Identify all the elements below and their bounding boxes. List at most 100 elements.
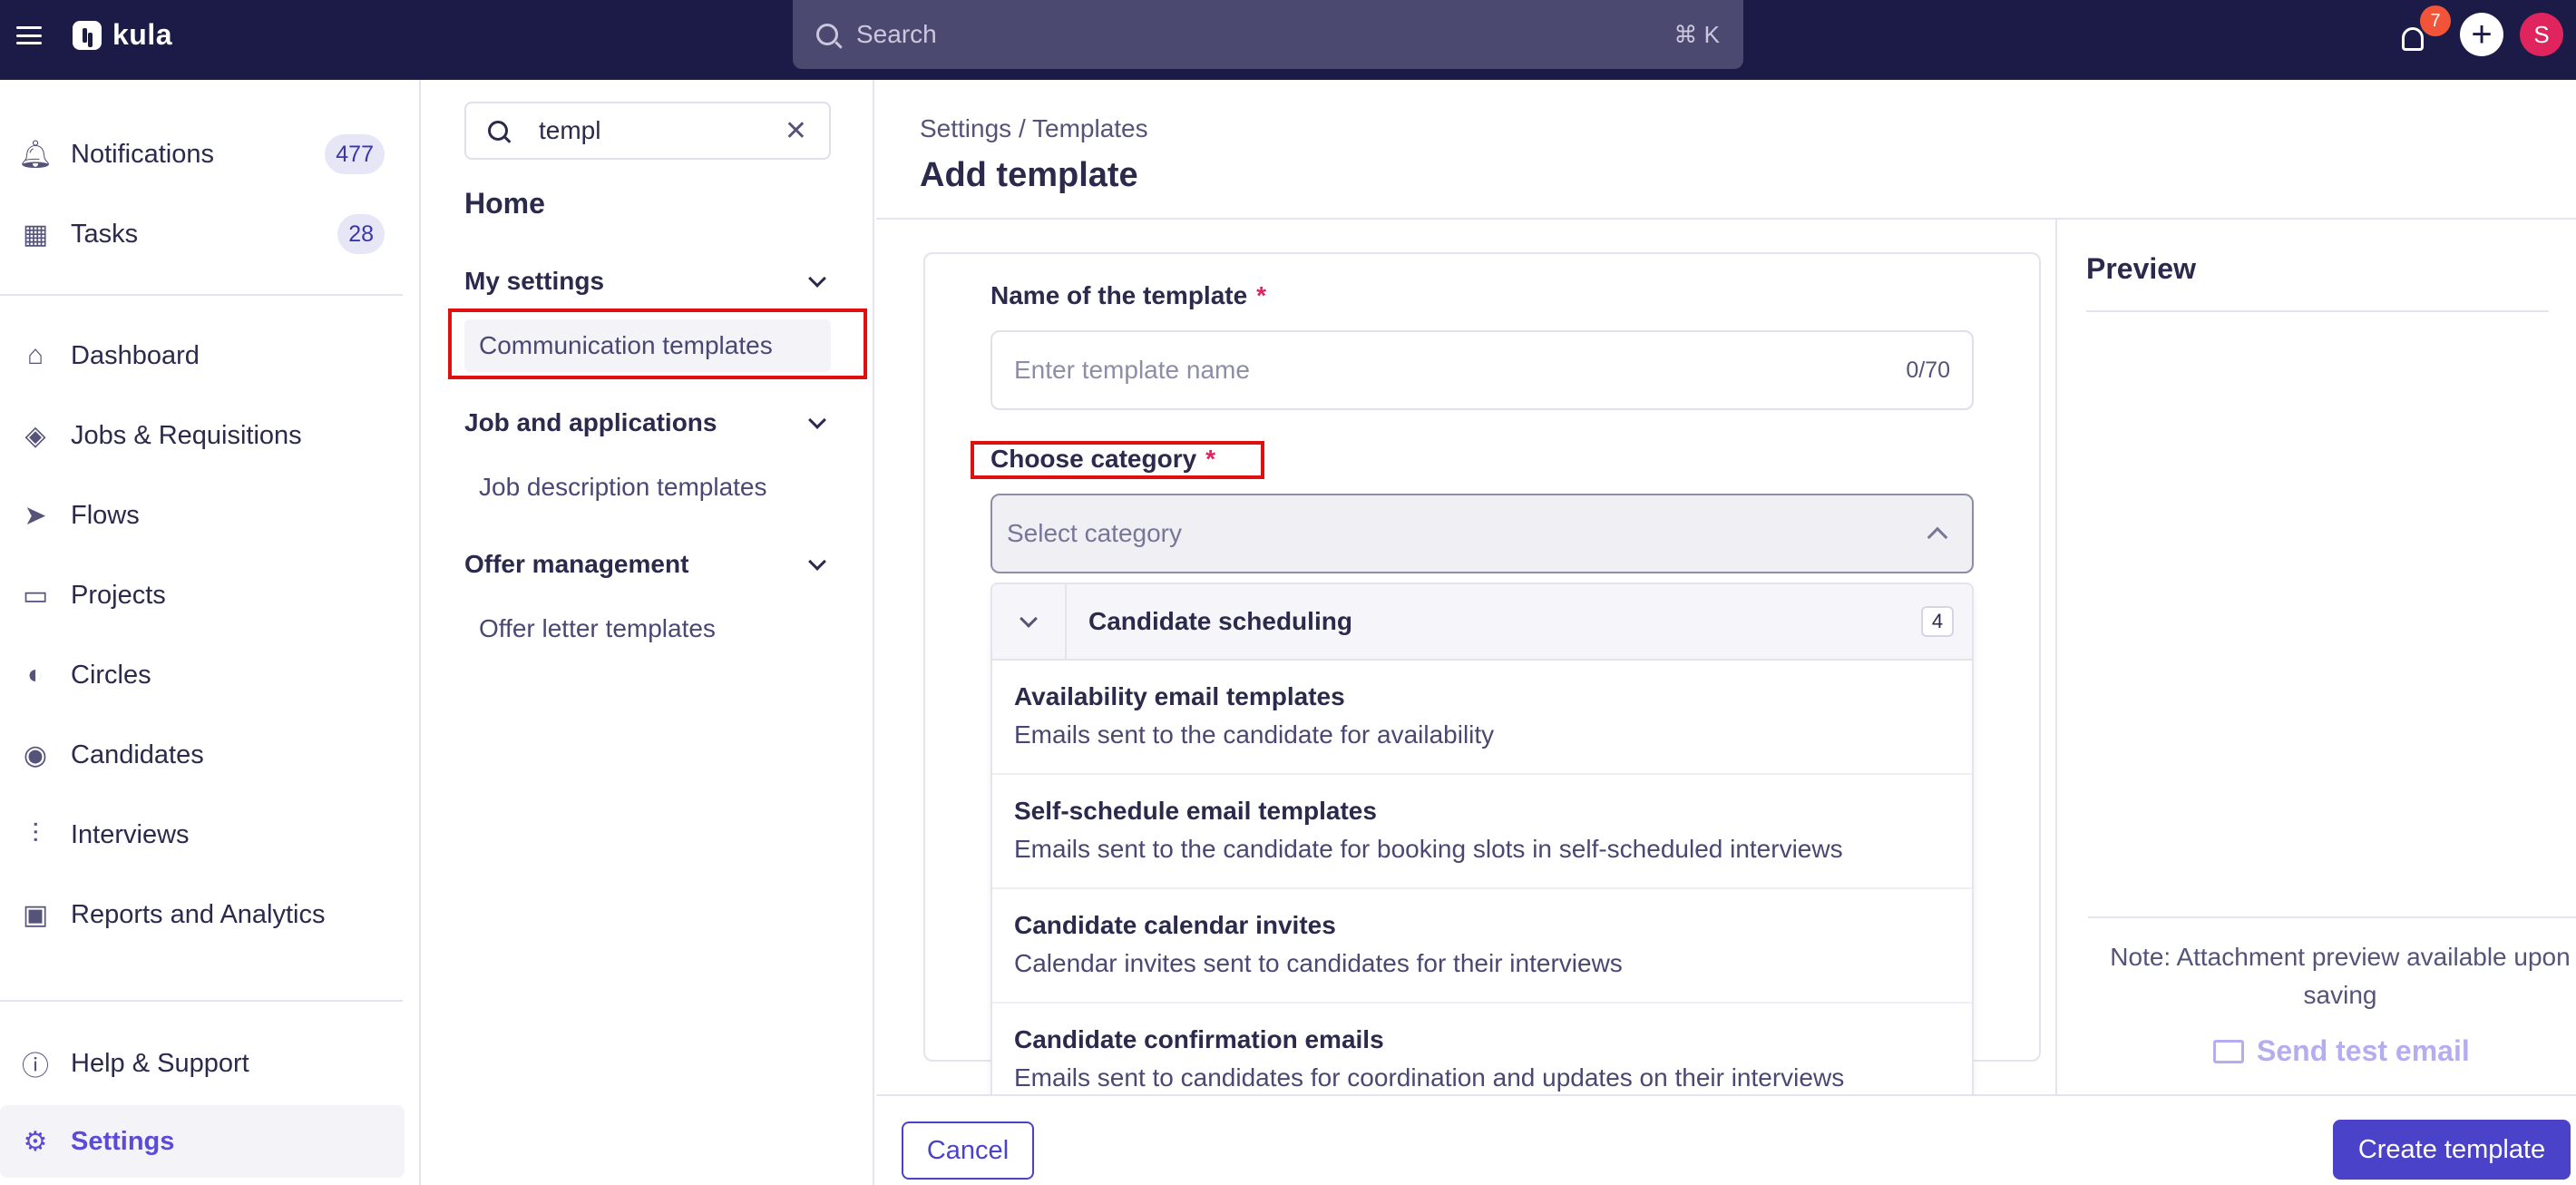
footer-actions: Cancel Create template xyxy=(876,1094,2576,1185)
settings-item-offer-letter-templates[interactable]: Offer letter templates xyxy=(464,602,831,655)
sidebar-item-label: Dashboard xyxy=(71,340,200,370)
dropdown-group-header[interactable]: Candidate scheduling 4 xyxy=(992,584,1972,661)
template-name-placeholder: Enter template name xyxy=(1014,356,1250,384)
search-icon xyxy=(488,121,508,141)
calendar-icon: ▦ xyxy=(22,219,49,250)
sidebar-item-label: Circles xyxy=(71,660,151,690)
sidebar-item-label: Tasks xyxy=(71,219,139,249)
sidebar-item-label: Help & Support xyxy=(71,1048,249,1078)
group-job-and-applications[interactable]: Job and applications xyxy=(464,408,831,437)
search-icon xyxy=(816,24,838,45)
template-name-input[interactable]: Enter template name 0/70 xyxy=(990,330,1974,410)
user-circle-icon: ◉ xyxy=(23,739,48,770)
sidebar-item-tasks[interactable]: ▦ Tasks 28 xyxy=(0,198,405,270)
required-mark: * xyxy=(1256,281,1267,309)
settings-item-job-description-templates[interactable]: Job description templates xyxy=(464,461,831,514)
chart-icon: ▣ xyxy=(22,899,49,930)
sidebar-item-interviews[interactable]: ⫶ Interviews xyxy=(0,798,405,871)
sidebar-item-label: Interviews xyxy=(71,819,190,849)
sidebar-item-circles[interactable]: ◐ Circles xyxy=(0,639,405,711)
group-label: My settings xyxy=(464,267,605,295)
global-search[interactable]: Search ⌘ K xyxy=(793,0,1743,69)
group-label: Job and applications xyxy=(464,408,717,436)
app-name: kula xyxy=(112,18,173,51)
category-select[interactable]: Select category xyxy=(990,494,1974,573)
sidebar-item-settings[interactable]: ⚙ Settings xyxy=(0,1105,405,1178)
collapse-toggle[interactable] xyxy=(992,584,1067,660)
sidebar-item-label: Candidates xyxy=(71,739,204,769)
chevron-down-icon xyxy=(808,553,826,571)
search-placeholder: Search xyxy=(856,20,937,48)
group-offer-management[interactable]: Offer management xyxy=(464,550,831,579)
breadcrumb[interactable]: Settings / Templates xyxy=(920,114,1148,143)
name-field-label: Name of the template * xyxy=(990,281,1266,310)
search-shortcut: ⌘ K xyxy=(1673,20,1720,48)
chevron-up-icon xyxy=(1927,526,1948,548)
gear-icon: ⚙ xyxy=(23,1126,48,1157)
main-content: Settings / Templates Add template Name o… xyxy=(876,80,2576,1185)
menu-icon[interactable] xyxy=(16,24,42,47)
category-field-label: Choose category * xyxy=(990,445,1215,474)
group-my-settings[interactable]: My settings xyxy=(464,267,831,296)
avatar[interactable]: S xyxy=(2520,13,2563,56)
layers-icon: ◈ xyxy=(24,420,46,451)
settings-home[interactable]: Home xyxy=(464,187,545,220)
settings-item-label: Offer letter templates xyxy=(479,614,716,642)
notification-badge: 7 xyxy=(2420,5,2451,36)
sidebar-item-flows[interactable]: ➤ Flows xyxy=(0,479,405,552)
option-title: Candidate calendar invites xyxy=(1014,911,1336,939)
bell-icon: 🔔︎ xyxy=(17,139,54,170)
dropdown-option[interactable]: Candidate calendar invites Calendar invi… xyxy=(992,889,1972,1004)
sidebar-item-label: Flows xyxy=(71,500,140,530)
chevron-down-icon xyxy=(1020,610,1038,628)
page-title: Add template xyxy=(920,156,1138,194)
dropdown-option[interactable]: Self-schedule email templates Emails sen… xyxy=(992,775,1972,889)
folder-icon: ▭ xyxy=(22,580,49,611)
add-button[interactable]: + xyxy=(2460,13,2503,56)
left-sidebar: 🔔︎ Notifications 477 ▦ Tasks 28 ⌂ Dashbo… xyxy=(0,80,421,1185)
circles-icon: ◐ xyxy=(26,660,44,690)
sidebar-item-jobs[interactable]: ◈ Jobs & Requisitions xyxy=(0,399,405,472)
highlight-box xyxy=(448,308,867,379)
divider xyxy=(2088,916,2576,918)
settings-item-label: Job description templates xyxy=(479,473,767,501)
group-label: Offer management xyxy=(464,550,689,578)
category-dropdown: Candidate scheduling 4 Availability emai… xyxy=(990,583,1974,1125)
group-count: 4 xyxy=(1921,606,1954,637)
sidebar-item-dashboard[interactable]: ⌂ Dashboard xyxy=(0,319,405,392)
cancel-button[interactable]: Cancel xyxy=(902,1121,1034,1180)
settings-search-value: templ xyxy=(539,116,601,144)
mail-icon xyxy=(2213,1039,2244,1063)
preview-note: Note: Attachment preview available upon … xyxy=(2110,943,2571,1009)
chevron-down-icon xyxy=(808,269,826,288)
create-template-button[interactable]: Create template xyxy=(2333,1120,2571,1180)
option-title: Candidate confirmation emails xyxy=(1014,1025,1384,1053)
app-logo[interactable]: kula xyxy=(73,18,172,52)
divider xyxy=(0,1000,403,1002)
name-label-text: Name of the template xyxy=(990,281,1248,309)
sidebar-item-label: Jobs & Requisitions xyxy=(71,420,302,450)
sidebar-item-label: Notifications xyxy=(71,139,214,169)
dropdown-option[interactable]: Availability email templates Emails sent… xyxy=(992,661,1972,775)
sidebar-item-candidates[interactable]: ◉ Candidates xyxy=(0,719,405,791)
sidebar-item-projects[interactable]: ▭ Projects xyxy=(0,559,405,632)
settings-search-input[interactable]: templ ✕ xyxy=(464,102,831,160)
option-title: Self-schedule email templates xyxy=(1014,797,1377,825)
notifications-count: 477 xyxy=(325,134,385,174)
sidebar-item-label: Settings xyxy=(71,1126,175,1156)
sidebar-item-reports[interactable]: ▣ Reports and Analytics xyxy=(0,878,405,951)
sidebar-item-help[interactable]: ⓘ Help & Support xyxy=(0,1027,405,1100)
group-title: Candidate scheduling xyxy=(1088,607,1352,635)
chevron-down-icon xyxy=(808,411,826,429)
send-test-email-button[interactable]: Send test email xyxy=(2213,1034,2470,1068)
divider xyxy=(2086,310,2549,312)
sidebar-item-notifications[interactable]: 🔔︎ Notifications 477 xyxy=(0,118,405,191)
preview-title: Preview xyxy=(2086,252,2196,285)
settings-panel: templ ✕ Home My settings Communication t… xyxy=(421,80,874,1185)
option-description: Emails sent to the candidate for booking… xyxy=(1014,835,1843,863)
option-title: Availability email templates xyxy=(1014,682,1345,710)
category-label-text: Choose category xyxy=(990,445,1197,473)
option-description: Emails sent to candidates for coordinati… xyxy=(1014,1063,1845,1092)
clear-icon[interactable]: ✕ xyxy=(785,115,807,147)
home-icon: ⌂ xyxy=(26,340,44,370)
